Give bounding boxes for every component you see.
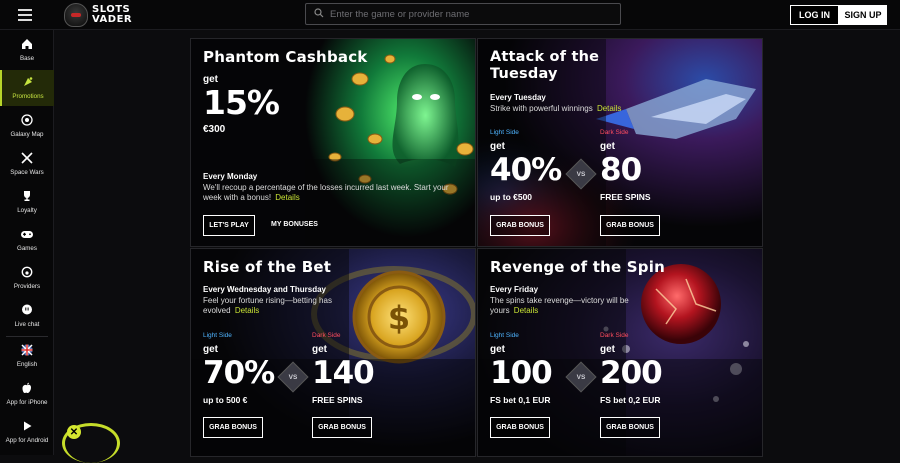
home-icon bbox=[21, 38, 33, 53]
galaxy-icon bbox=[21, 114, 33, 129]
trophy-icon bbox=[21, 190, 33, 205]
phantom-ghost-illustration bbox=[305, 39, 475, 246]
sidebar-item-app-iphone[interactable]: App for iPhone bbox=[0, 376, 54, 412]
dark-sub: FREE SPINS bbox=[312, 395, 363, 405]
details-link[interactable]: Details bbox=[597, 104, 621, 113]
sidebar-divider bbox=[6, 336, 48, 337]
light-value: 40% bbox=[490, 152, 562, 188]
grab-bonus-dark-button[interactable]: GRAB BONUS bbox=[600, 215, 660, 236]
promo-description: Every Friday The spins take revenge—vict… bbox=[490, 285, 629, 315]
dark-get-label: get bbox=[600, 344, 615, 355]
top-bar: SLOTS VADER LOG IN SIGN UP bbox=[0, 0, 900, 30]
promo-icon bbox=[22, 76, 34, 91]
promo-card-revenge: Revenge of the Spin Every Friday The spi… bbox=[477, 248, 763, 457]
sidebar-item-app-android[interactable]: App for Android bbox=[0, 414, 54, 450]
sidebar-item-providers[interactable]: Providers bbox=[0, 260, 54, 296]
promo-description: Every Monday We'll recoup a percentage o… bbox=[203, 172, 449, 202]
promo-title: Phantom Cashback bbox=[203, 48, 368, 66]
signup-button[interactable]: SIGN UP bbox=[839, 5, 887, 25]
promo-card-cashback: Phantom Cashback get 15% €300 Every Mond… bbox=[190, 38, 476, 247]
helmet-logo-icon bbox=[64, 3, 88, 27]
svg-text:$: $ bbox=[388, 299, 410, 337]
light-get-label: get bbox=[490, 141, 505, 152]
grab-bonus-dark-button[interactable]: GRAB BONUS bbox=[600, 417, 660, 438]
sidebar-item-language[interactable]: English bbox=[0, 338, 54, 374]
dark-get-label: get bbox=[600, 141, 615, 152]
my-bonuses-link[interactable]: MY BONUSES bbox=[271, 221, 318, 228]
dark-value: 80 bbox=[600, 152, 642, 188]
apple-icon bbox=[21, 382, 33, 397]
light-get-label: get bbox=[203, 344, 218, 355]
logo-text: SLOTS VADER bbox=[92, 4, 133, 25]
chat-icon bbox=[21, 304, 33, 319]
light-value: 70% bbox=[203, 355, 275, 391]
dark-sub: FS bet 0,2 EUR bbox=[600, 395, 661, 405]
promo-description: Every Tuesday Strike with powerful winni… bbox=[490, 93, 622, 113]
grab-bonus-light-button[interactable]: GRAB BONUS bbox=[203, 417, 263, 438]
light-side-label: Light Side bbox=[203, 332, 232, 339]
dark-sub: FREE SPINS bbox=[600, 192, 651, 202]
cashback-amount: €300 bbox=[203, 124, 226, 135]
sidebar-item-space-wars[interactable]: Space Wars bbox=[0, 146, 54, 182]
light-sub: FS bet 0,1 EUR bbox=[490, 395, 551, 405]
grab-bonus-light-button[interactable]: GRAB BONUS bbox=[490, 215, 550, 236]
details-link[interactable]: Details bbox=[514, 306, 538, 315]
lets-play-button[interactable]: LET'S PLAY bbox=[203, 215, 255, 236]
promo-card-tuesday: Attack of the Tuesday Every Tuesday Stri… bbox=[477, 38, 763, 247]
promo-card-rise: $ Rise of the Bet Every Wednesday and Th… bbox=[190, 248, 476, 457]
sidebar-item-games[interactable]: Games bbox=[0, 222, 54, 258]
dark-side-label: Dark Side bbox=[600, 129, 629, 136]
search-input[interactable] bbox=[330, 8, 610, 20]
details-link[interactable]: Details bbox=[235, 306, 259, 315]
close-widget-icon[interactable]: ✕ bbox=[67, 425, 81, 439]
gamepad-icon bbox=[20, 228, 34, 243]
grab-bonus-dark-button[interactable]: GRAB BONUS bbox=[312, 417, 372, 438]
sidebar-item-live-chat[interactable]: Live chat bbox=[0, 298, 54, 334]
light-side-label: Light Side bbox=[490, 129, 519, 136]
promo-title: Revenge of the Spin bbox=[490, 258, 665, 276]
menu-icon[interactable] bbox=[18, 9, 32, 21]
promo-description: Every Wednesday and Thursday Feel your f… bbox=[203, 285, 332, 315]
light-get-label: get bbox=[490, 344, 505, 355]
sidebar: Base Promotions Galaxy Map Space Wars Lo… bbox=[0, 30, 54, 455]
android-icon bbox=[21, 420, 33, 435]
light-sub: up to €500 bbox=[490, 192, 533, 202]
dark-get-label: get bbox=[312, 344, 327, 355]
promo-title: Attack of the Tuesday bbox=[490, 49, 600, 82]
sidebar-item-loyalty[interactable]: Loyalty bbox=[0, 184, 54, 220]
details-link[interactable]: Details bbox=[275, 193, 299, 202]
dark-side-label: Dark Side bbox=[600, 332, 629, 339]
swords-icon bbox=[21, 152, 33, 167]
sidebar-item-base[interactable]: Base bbox=[0, 32, 54, 68]
login-button[interactable]: LOG IN bbox=[790, 5, 839, 25]
dark-value: 200 bbox=[600, 355, 663, 391]
light-sub: up to 500 € bbox=[203, 395, 248, 405]
sidebar-item-promotions[interactable]: Promotions bbox=[0, 70, 54, 106]
grab-bonus-light-button[interactable]: GRAB BONUS bbox=[490, 417, 550, 438]
search-icon bbox=[314, 7, 330, 21]
dark-side-label: Dark Side bbox=[312, 332, 341, 339]
dark-value: 140 bbox=[312, 355, 375, 391]
search-box[interactable] bbox=[305, 3, 621, 25]
uk-flag-icon bbox=[21, 344, 33, 359]
providers-icon bbox=[21, 266, 33, 281]
cashback-percent: 15% bbox=[203, 83, 280, 122]
light-value: 100 bbox=[490, 355, 553, 391]
promo-title: Rise of the Bet bbox=[203, 258, 332, 276]
promotions-grid: Phantom Cashback get 15% €300 Every Mond… bbox=[190, 38, 764, 458]
light-side-label: Light Side bbox=[490, 332, 519, 339]
sidebar-item-galaxy-map[interactable]: Galaxy Map bbox=[0, 108, 54, 144]
logo[interactable]: SLOTS VADER bbox=[64, 3, 132, 27]
